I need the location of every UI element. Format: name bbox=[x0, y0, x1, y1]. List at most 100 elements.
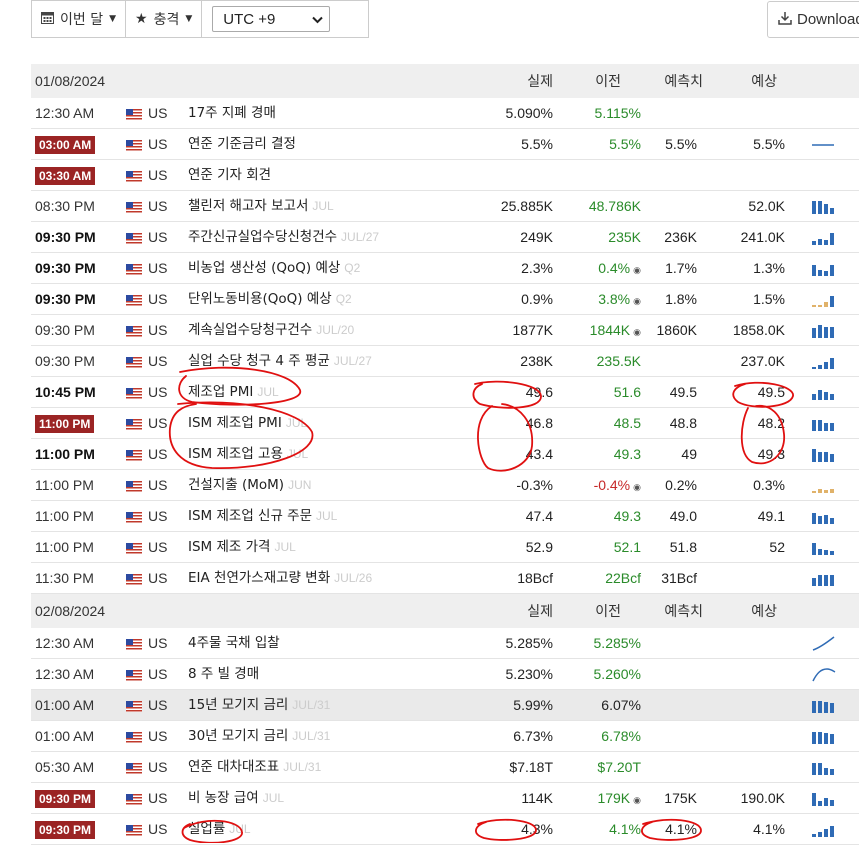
period-dropdown[interactable]: 이번 달 ▼ bbox=[32, 1, 127, 37]
history-chart-button[interactable] bbox=[809, 752, 839, 782]
history-chart-button[interactable] bbox=[809, 532, 839, 562]
revised-icon: ◉ bbox=[633, 296, 641, 306]
history-chart-button[interactable] bbox=[809, 129, 839, 159]
event-time: 11:00 PM bbox=[35, 477, 94, 493]
event-name[interactable]: 비 농장 급여 JUL bbox=[188, 783, 478, 813]
history-chart-button[interactable] bbox=[809, 628, 839, 658]
table-row[interactable]: 09:30 PM US 실업 수당 청구 4 주 평균 JUL/27 238K 235.5… bbox=[31, 346, 859, 377]
country-code: US bbox=[148, 759, 168, 775]
table-row[interactable]: 11:00 PM US ISM 제조 가격 JUL 52.9 52.1 51.8 52 bbox=[31, 532, 859, 563]
chart-bar bbox=[824, 768, 828, 775]
table-row[interactable]: 11:00 PM US ISM 제조업 PMI JUL 46.8 48.5 48.8 48.2 bbox=[31, 408, 859, 439]
history-chart-button[interactable] bbox=[809, 315, 839, 345]
history-chart-button[interactable] bbox=[809, 346, 839, 376]
download-label: Download bbox=[797, 11, 859, 28]
table-row[interactable]: 01:00 AM US 30년 모기지 금리 JUL/31 6.73% 6.78% bbox=[31, 721, 859, 752]
history-chart-button[interactable] bbox=[809, 690, 839, 720]
actual-value: 47.4 bbox=[525, 508, 553, 524]
history-chart-button[interactable] bbox=[809, 470, 839, 500]
history-chart-button[interactable] bbox=[809, 439, 839, 469]
mini-chart-icon bbox=[812, 449, 834, 462]
table-row[interactable]: 09:30 PM US 비 농장 급여 JUL 114K 179K ◉ 175K 190.0K bbox=[31, 783, 859, 814]
event-name[interactable]: ISM 제조업 PMI JUL bbox=[188, 408, 478, 438]
history-chart-button[interactable] bbox=[809, 408, 839, 438]
table-row[interactable]: 11:00 PM US ISM 제조업 신규 주문 JUL 47.4 49.3 49.0 49… bbox=[31, 501, 859, 532]
event-title: 4주물 국채 입찰 bbox=[188, 635, 280, 651]
event-name[interactable]: 17주 지폐 경매 bbox=[188, 98, 478, 128]
history-chart-button[interactable] bbox=[809, 659, 839, 689]
table-row[interactable]: 09:30 PM US 비농업 생산성 (QoQ) 예상 Q2 2.3% 0.4% ◉ 1.7… bbox=[31, 253, 859, 284]
event-name[interactable]: 4주물 국채 입찰 bbox=[188, 628, 478, 658]
event-name[interactable]: 30년 모기지 금리 JUL/31 bbox=[188, 721, 478, 751]
table-row[interactable]: 10:45 PM US 제조업 PMI JUL 49.6 51.6 49.5 49.5 bbox=[31, 377, 859, 408]
chart-bar bbox=[818, 390, 822, 400]
history-chart-button[interactable] bbox=[809, 377, 839, 407]
event-name[interactable]: 실업률 JUL bbox=[188, 814, 478, 844]
impact-dropdown[interactable]: ★ 충격 ▼ bbox=[126, 1, 203, 37]
table-row[interactable]: 09:30 PM US 주간신규실업수당신청건수 JUL/27 249K 235K 236K… bbox=[31, 222, 859, 253]
mini-chart-icon bbox=[812, 763, 834, 775]
chart-bar bbox=[830, 208, 834, 214]
event-name[interactable]: ISM 제조 가격 JUL bbox=[188, 532, 478, 562]
table-row[interactable]: 12:30 AM US 8 주 빌 경매 5.230% 5.260% bbox=[31, 659, 859, 690]
history-chart-button[interactable] bbox=[809, 284, 839, 314]
mini-chart-icon bbox=[812, 636, 835, 651]
event-name[interactable]: 단위노동비용(QoQ) 예상 Q2 bbox=[188, 284, 478, 314]
event-name[interactable]: ISM 제조업 신규 주문 JUL bbox=[188, 501, 478, 531]
event-name[interactable]: 챌린저 해고자 보고서 JUL bbox=[188, 191, 478, 221]
download-button[interactable]: Download bbox=[767, 1, 859, 38]
actual-value: 114K bbox=[521, 790, 553, 806]
table-row[interactable]: 12:30 AM US 4주물 국채 입찰 5.285% 5.285% bbox=[31, 628, 859, 659]
history-chart-button[interactable] bbox=[809, 253, 839, 283]
event-name[interactable]: 15년 모기지 금리 JUL/31 bbox=[188, 690, 478, 720]
event-name[interactable]: 연준 기자 회견 bbox=[188, 160, 478, 190]
chart-bar bbox=[812, 394, 816, 400]
table-row[interactable]: 05:30 AM US 연준 대차대조표 JUL/31 $7.18T $7.20T bbox=[31, 752, 859, 783]
event-name[interactable]: 실업 수당 청구 4 주 평균 JUL/27 bbox=[188, 346, 478, 376]
actual-value: 6.73% bbox=[513, 728, 553, 744]
event-name[interactable]: 연준 기준금리 결정 bbox=[188, 129, 478, 159]
chart-bar bbox=[824, 550, 828, 555]
event-name[interactable]: EIA 천연가스재고량 변화 JUL/26 bbox=[188, 563, 478, 593]
actual-value: 5.5% bbox=[521, 136, 553, 152]
trend-line bbox=[812, 668, 836, 682]
history-chart-button bbox=[809, 160, 839, 190]
chart-bar bbox=[830, 800, 834, 806]
history-chart-button[interactable] bbox=[809, 191, 839, 221]
timezone-select[interactable]: UTC +9 bbox=[212, 6, 331, 32]
event-name[interactable]: 건설지출 (MoM) JUN bbox=[188, 470, 478, 500]
table-row[interactable]: 09:30 PM US 단위노동비용(QoQ) 예상 Q2 0.9% 3.8% ◉ 1.8% 1… bbox=[31, 284, 859, 315]
table-row[interactable]: 03:30 AM US 연준 기자 회견 bbox=[31, 160, 859, 191]
forecast-value: 5.5% bbox=[665, 136, 697, 152]
history-chart-button[interactable] bbox=[809, 501, 839, 531]
table-row[interactable]: 08:30 PM US 챌린저 해고자 보고서 JUL 25.885K 48.786K 52… bbox=[31, 191, 859, 222]
table-row[interactable]: 11:30 PM US EIA 천연가스재고량 변화 JUL/26 18Bcf 22Bcf… bbox=[31, 563, 859, 594]
history-chart-button[interactable] bbox=[809, 814, 839, 844]
chart-bar bbox=[818, 420, 822, 431]
event-name[interactable]: ISM 제조업 고용 JUL bbox=[188, 439, 478, 469]
chart-bar bbox=[824, 423, 828, 431]
table-row[interactable]: 12:30 AM US 17주 지폐 경매 5.090% 5.115% bbox=[31, 98, 859, 129]
table-row[interactable]: 03:00 AM US 연준 기준금리 결정 5.5% 5.5% 5.5% 5.5% bbox=[31, 129, 859, 160]
event-name[interactable]: 계속실업수당청구건수 JUL/20 bbox=[188, 315, 478, 345]
table-row[interactable]: 09:30 PM US 계속실업수당청구건수 JUL/20 1877K 1844K ◉ 186… bbox=[31, 315, 859, 346]
previous-text: $7.20T bbox=[597, 759, 641, 775]
event-name[interactable]: 비농업 생산성 (QoQ) 예상 Q2 bbox=[188, 253, 478, 283]
previous-value: 48.5 bbox=[551, 408, 641, 438]
table-row[interactable]: 11:00 PM US 건설지출 (MoM) JUN -0.3% -0.4% ◉ 0.2% 0.… bbox=[31, 470, 859, 501]
event-title: 챌린저 해고자 보고서 bbox=[188, 198, 309, 214]
table-row[interactable]: 11:00 PM US ISM 제조업 고용 JUL 43.4 49.3 49 49.3 bbox=[31, 439, 859, 470]
event-name[interactable]: 주간신규실업수당신청건수 JUL/27 bbox=[188, 222, 478, 252]
history-chart-button[interactable] bbox=[809, 222, 839, 252]
event-period: Q2 bbox=[344, 261, 361, 275]
history-chart-button[interactable] bbox=[809, 721, 839, 751]
actual-value: 2.3% bbox=[521, 260, 553, 276]
history-chart-button[interactable] bbox=[809, 563, 839, 593]
history-chart-button[interactable] bbox=[809, 783, 839, 813]
event-name[interactable]: 제조업 PMI JUL bbox=[188, 377, 478, 407]
table-row[interactable]: 09:30 PM US 실업률 JUL 4.3% 4.1% 4.1% 4.1% bbox=[31, 814, 859, 845]
event-name[interactable]: 연준 대차대조표 JUL/31 bbox=[188, 752, 478, 782]
event-name[interactable]: 8 주 빌 경매 bbox=[188, 659, 478, 689]
table-row[interactable]: 01:00 AM US 15년 모기지 금리 JUL/31 5.99% 6.07% bbox=[31, 690, 859, 721]
chart-bar bbox=[830, 703, 834, 713]
